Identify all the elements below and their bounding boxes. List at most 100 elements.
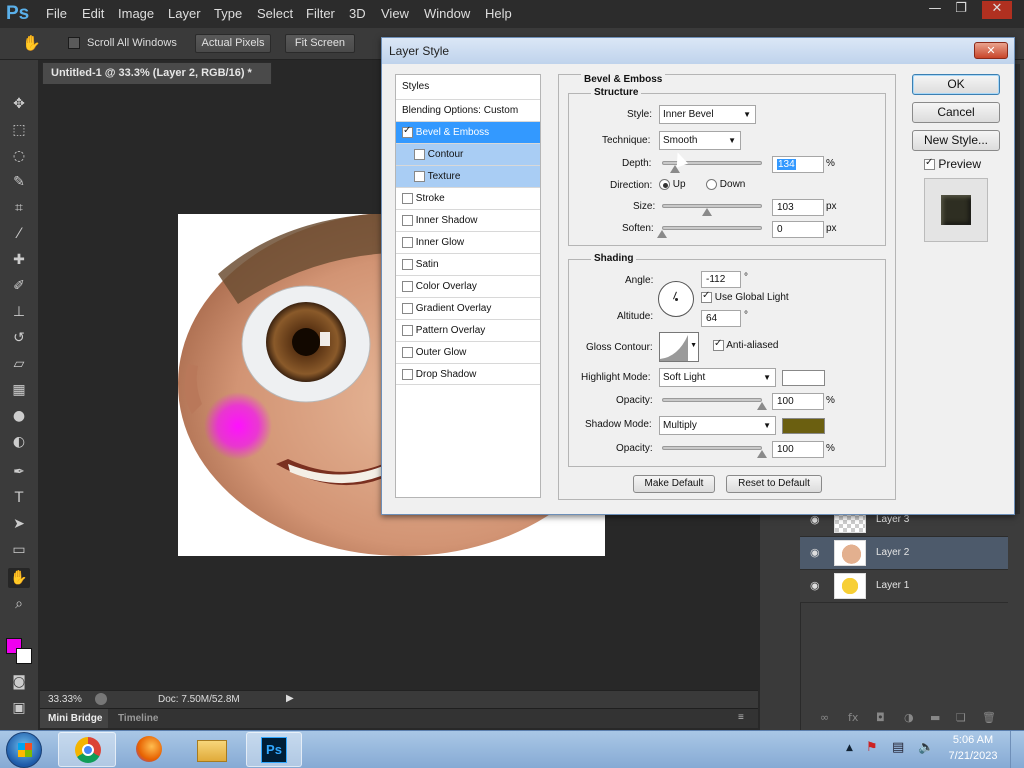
style-item-stroke[interactable]: Stroke (396, 187, 540, 209)
depth-input[interactable]: 134 (772, 156, 824, 173)
preview-checkbox[interactable]: Preview (924, 157, 981, 171)
marquee-tool-icon[interactable]: ⬚ (8, 120, 30, 140)
tab-mini-bridge[interactable]: Mini Bridge (48, 713, 102, 724)
style-item-inner-glow[interactable]: Inner Glow (396, 231, 540, 253)
altitude-input[interactable]: 64 (701, 310, 741, 327)
start-button[interactable] (6, 732, 42, 768)
menu-layer[interactable]: Layer (168, 6, 201, 21)
zoom-level[interactable]: 33.33% (48, 694, 82, 705)
restore-button[interactable]: ❐ (946, 1, 976, 19)
style-item-inner-shadow[interactable]: Inner Shadow (396, 209, 540, 231)
mask-icon[interactable]: ◘ (876, 711, 885, 724)
soften-slider[interactable] (662, 226, 762, 230)
blending-options-item[interactable]: Blending Options: Custom (396, 99, 540, 121)
document-tab[interactable]: Untitled-1 @ 33.3% (Layer 2, RGB/16) * (42, 62, 272, 84)
clock-time[interactable]: 5:06 AM (948, 734, 998, 746)
cancel-button[interactable]: Cancel (912, 102, 1000, 123)
highlight-opacity-slider[interactable] (662, 398, 762, 402)
layer-row-layer-2[interactable]: ◉ Layer 2 (800, 537, 1008, 570)
menu-file[interactable]: File (46, 6, 67, 21)
new-layer-icon[interactable]: ❏ (956, 711, 966, 724)
status-icon[interactable] (95, 693, 107, 705)
status-menu-arrow-icon[interactable]: ▶ (286, 693, 294, 704)
shadow-opacity-slider[interactable] (662, 446, 762, 450)
size-input[interactable]: 103 (772, 199, 824, 216)
dodge-tool-icon[interactable]: ◐ (8, 432, 30, 452)
visibility-eye-icon[interactable]: ◉ (810, 579, 820, 592)
size-slider[interactable] (662, 204, 762, 208)
menu-window[interactable]: Window (424, 6, 470, 21)
shadow-color-swatch[interactable] (782, 418, 825, 434)
taskbar-chrome[interactable] (58, 732, 116, 767)
ok-button[interactable]: OK (912, 74, 1000, 95)
menu-filter[interactable]: Filter (306, 6, 335, 21)
direction-up-radio[interactable]: Up (659, 179, 686, 190)
path-select-tool-icon[interactable]: ➤ (8, 514, 30, 534)
menu-help[interactable]: Help (485, 6, 512, 21)
shape-tool-icon[interactable]: ▭ (8, 540, 30, 560)
style-item-outer-glow[interactable]: Outer Glow (396, 341, 540, 363)
panel-menu-icon[interactable]: ≡ (738, 712, 744, 723)
hand-tool-icon[interactable]: ✋ (8, 568, 30, 588)
zoom-tool-icon[interactable]: ⌕ (8, 594, 30, 614)
eyedropper-tool-icon[interactable]: ⁄ (8, 224, 30, 244)
new-style-button[interactable]: New Style... (912, 130, 1000, 151)
menu-view[interactable]: View (381, 6, 409, 21)
style-select[interactable]: Inner Bevel ▼ (659, 105, 756, 124)
highlight-opacity-slider-handle[interactable] (757, 402, 767, 410)
make-default-button[interactable]: Make Default (633, 475, 715, 493)
close-button[interactable]: ✕ (982, 1, 1012, 19)
menu-type[interactable]: Type (214, 6, 242, 21)
style-item-texture[interactable]: Texture (396, 165, 540, 187)
menu-3d[interactable]: 3D (349, 6, 366, 21)
background-color-swatch[interactable] (16, 648, 32, 664)
use-global-light-checkbox[interactable]: Use Global Light (701, 290, 789, 303)
quick-select-tool-icon[interactable]: ✎ (8, 172, 30, 192)
gloss-contour-picker[interactable]: ▼ (659, 332, 699, 362)
style-item-contour[interactable]: Contour (396, 143, 540, 165)
brush-tool-icon[interactable]: ✐ (8, 276, 30, 296)
trash-icon[interactable]: 🗑 (982, 711, 996, 724)
menu-image[interactable]: Image (118, 6, 154, 21)
dialog-close-button[interactable]: ✕ (974, 42, 1008, 59)
adjustment-icon[interactable]: ◑ (904, 711, 914, 724)
fit-screen-button[interactable]: Fit Screen (285, 34, 355, 53)
highlight-mode-select[interactable]: Soft Light ▼ (659, 368, 776, 387)
angle-dial[interactable] (658, 281, 694, 317)
link-layers-icon[interactable]: ∞ (820, 711, 829, 724)
styles-header[interactable]: Styles (402, 81, 429, 92)
tray-volume-icon[interactable]: 🔈 (918, 740, 934, 755)
shadow-opacity-slider-handle[interactable] (757, 450, 767, 458)
clock-date[interactable]: 7/21/2023 (944, 750, 1002, 762)
type-tool-icon[interactable]: T (8, 488, 30, 508)
stamp-tool-icon[interactable]: ⊥ (8, 302, 30, 322)
reset-to-default-button[interactable]: Reset to Default (726, 475, 822, 493)
size-slider-handle[interactable] (702, 208, 712, 216)
scroll-all-windows-checkbox[interactable] (68, 37, 80, 52)
highlight-opacity-input[interactable]: 100 (772, 393, 824, 410)
gradient-tool-icon[interactable]: ▦ (8, 380, 30, 400)
soften-slider-handle[interactable] (657, 230, 667, 238)
crop-tool-icon[interactable]: ⌗ (8, 198, 30, 218)
fx-icon[interactable]: fx (848, 711, 858, 724)
soften-input[interactable]: 0 (772, 221, 824, 238)
shadow-opacity-input[interactable]: 100 (772, 441, 824, 458)
tray-expand-icon[interactable]: ▲ (846, 743, 853, 753)
style-item-gradient-overlay[interactable]: Gradient Overlay (396, 297, 540, 319)
tab-timeline[interactable]: Timeline (118, 713, 158, 724)
move-tool-icon[interactable]: ✥ (8, 94, 30, 114)
style-item-pattern-overlay[interactable]: Pattern Overlay (396, 319, 540, 341)
tray-network-icon[interactable]: ▤ (892, 740, 904, 755)
angle-input[interactable]: -112 (701, 271, 741, 288)
tray-flag-icon[interactable]: ⚑ (866, 740, 878, 755)
style-item-bevel-emboss[interactable]: Bevel & Emboss (396, 121, 540, 143)
screen-mode-icon[interactable]: ▣ (8, 698, 30, 718)
visibility-eye-icon[interactable]: ◉ (810, 546, 820, 559)
menu-edit[interactable]: Edit (82, 6, 104, 21)
lasso-tool-icon[interactable]: ◌ (8, 146, 30, 166)
actual-pixels-button[interactable]: Actual Pixels (195, 34, 271, 53)
style-item-color-overlay[interactable]: Color Overlay (396, 275, 540, 297)
style-item-drop-shadow[interactable]: Drop Shadow (396, 363, 540, 385)
taskbar-explorer[interactable] (184, 732, 240, 767)
anti-aliased-checkbox[interactable]: Anti-aliased (713, 338, 779, 351)
